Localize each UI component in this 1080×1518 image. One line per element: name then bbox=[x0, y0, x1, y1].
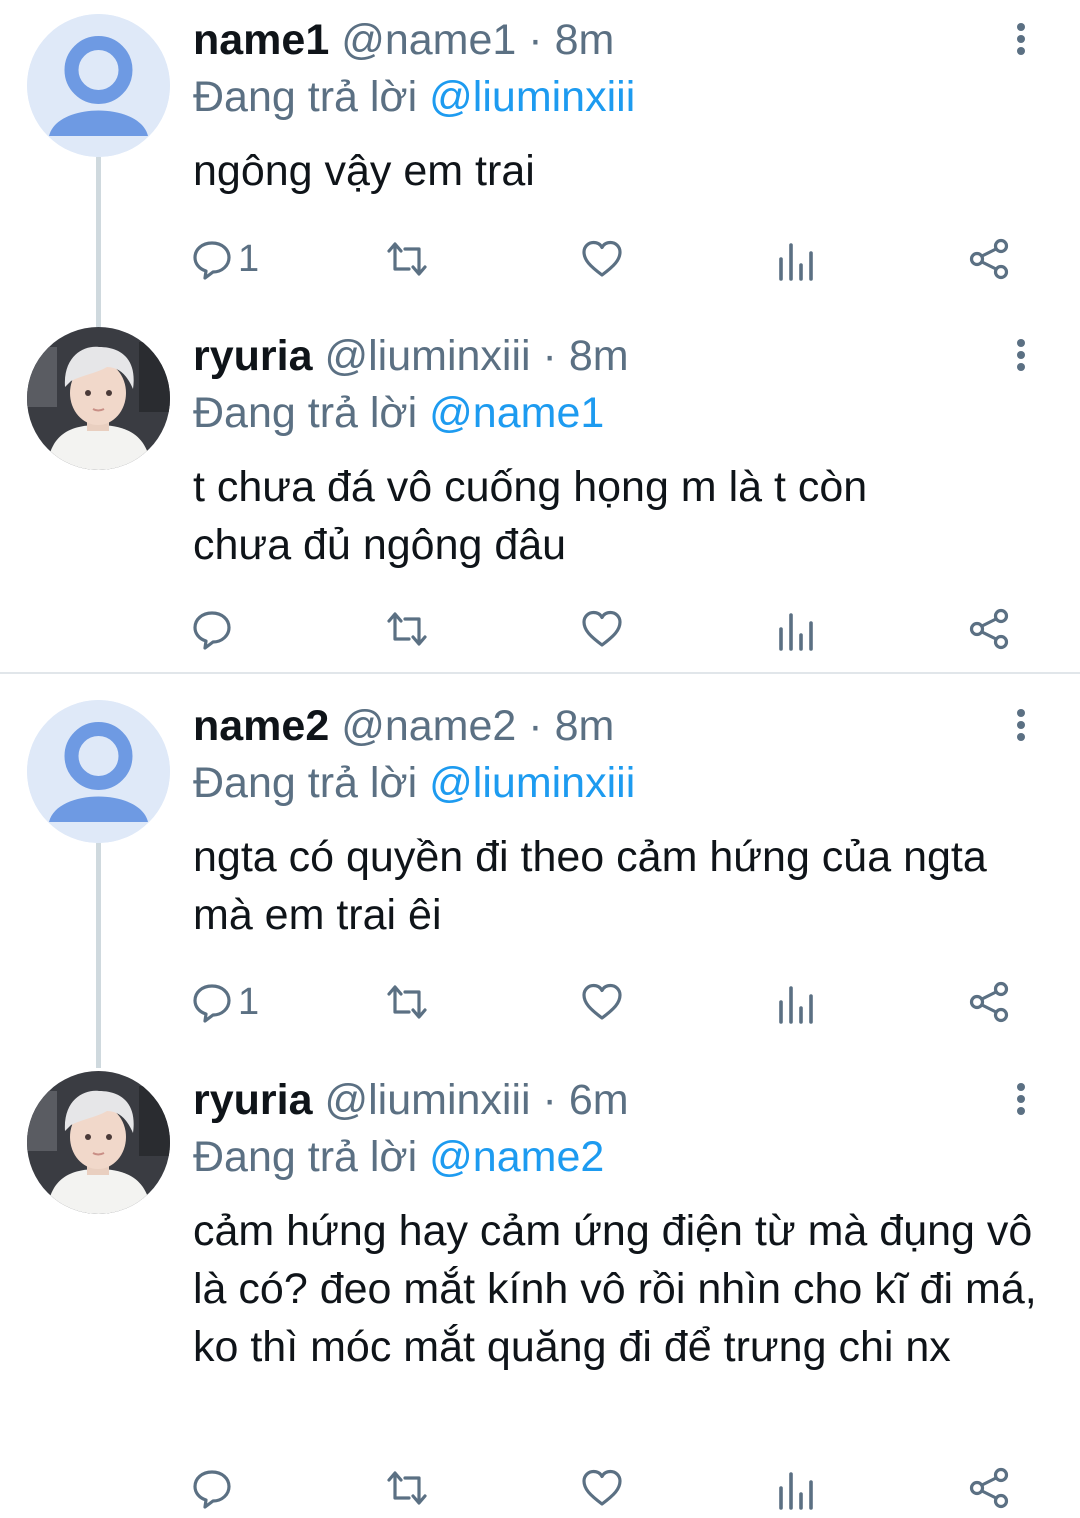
analytics-button[interactable] bbox=[775, 978, 819, 1026]
thread-connector bbox=[96, 843, 101, 1068]
tweet-name1[interactable]: name1 @name1 · 8m Đang trả lời @liuminxi… bbox=[0, 0, 1080, 327]
reply-icon bbox=[193, 984, 231, 1023]
dot-separator: · bbox=[528, 16, 543, 64]
share-icon bbox=[969, 608, 1009, 650]
mention-link[interactable]: @name1 bbox=[429, 389, 604, 437]
more-vertical-icon[interactable] bbox=[1003, 336, 1039, 380]
more-vertical-icon[interactable] bbox=[1003, 1080, 1039, 1124]
like-button[interactable] bbox=[580, 978, 624, 1026]
reply-count: 1 bbox=[238, 238, 260, 280]
reply-button[interactable] bbox=[190, 1464, 238, 1512]
replying-to: Đang trả lời @name2 bbox=[193, 1128, 604, 1186]
display-name[interactable]: name1 bbox=[193, 16, 329, 64]
replying-to-label: Đang trả lời bbox=[193, 73, 418, 121]
handle[interactable]: @liuminxiii bbox=[324, 1076, 530, 1124]
timestamp[interactable]: 8m bbox=[569, 332, 629, 380]
tweet-header: ryuria @liuminxiii · 6m bbox=[193, 1072, 629, 1128]
share-button[interactable] bbox=[968, 1464, 1012, 1512]
reply-icon bbox=[193, 241, 231, 280]
display-name[interactable]: name2 bbox=[193, 702, 329, 750]
replying-to-label: Đang trả lời bbox=[193, 1133, 418, 1181]
thread-1: name1 @name1 · 8m Đang trả lời @liuminxi… bbox=[0, 0, 1080, 672]
retweet-button[interactable] bbox=[385, 235, 429, 283]
analytics-button[interactable] bbox=[775, 605, 819, 653]
avatar-default[interactable] bbox=[27, 700, 170, 843]
share-icon bbox=[969, 981, 1009, 1023]
dot-separator: · bbox=[528, 702, 543, 750]
retweet-icon bbox=[387, 1471, 427, 1505]
action-bar bbox=[190, 1464, 1030, 1512]
like-button[interactable] bbox=[580, 1464, 624, 1512]
handle[interactable]: @name2 bbox=[341, 702, 516, 750]
avatar-photo[interactable] bbox=[27, 1071, 170, 1214]
reply-button[interactable]: 1 bbox=[190, 978, 259, 1026]
retweet-button[interactable] bbox=[385, 605, 429, 653]
analytics-button[interactable] bbox=[775, 235, 819, 283]
analytics-button[interactable] bbox=[775, 1464, 819, 1512]
analytics-icon bbox=[779, 613, 813, 651]
reply-icon bbox=[193, 611, 231, 650]
mention-link[interactable]: @liuminxiii bbox=[429, 73, 635, 121]
tweet-ryuria-reply[interactable]: ryuria @liuminxiii · 8m Đang trả lời @na… bbox=[0, 318, 1080, 672]
heart-icon bbox=[582, 240, 622, 277]
replying-to-label: Đang trả lời bbox=[193, 389, 418, 437]
replying-to-label: Đang trả lời bbox=[193, 759, 418, 807]
heart-icon bbox=[582, 610, 622, 647]
replying-to: Đang trả lời @liuminxiii bbox=[193, 68, 635, 126]
tweet-ryuria-reply[interactable]: ryuria @liuminxiii · 6m Đang trả lời @na… bbox=[0, 1062, 1080, 1518]
replying-to: Đang trả lời @name1 bbox=[193, 384, 604, 442]
like-button[interactable] bbox=[580, 235, 624, 283]
retweet-icon bbox=[387, 242, 427, 276]
avatar-photo[interactable] bbox=[27, 327, 170, 470]
like-button[interactable] bbox=[580, 605, 624, 653]
reply-icon bbox=[193, 1470, 231, 1509]
reply-button[interactable] bbox=[190, 605, 238, 653]
avatar-default[interactable] bbox=[27, 14, 170, 157]
analytics-icon bbox=[779, 243, 813, 281]
tweet-text: ngông vậy em trai bbox=[193, 147, 535, 195]
tweet-header: name2 @name2 · 8m bbox=[193, 698, 614, 754]
action-bar bbox=[190, 605, 1030, 653]
handle[interactable]: @name1 bbox=[341, 16, 516, 64]
tweet-name2[interactable]: name2 @name2 · 8m Đang trả lời @liuminxi… bbox=[0, 686, 1080, 1068]
thread-connector bbox=[96, 157, 101, 327]
retweet-icon bbox=[387, 985, 427, 1019]
thread-2: name2 @name2 · 8m Đang trả lời @liuminxi… bbox=[0, 686, 1080, 1518]
more-vertical-icon[interactable] bbox=[1003, 20, 1039, 64]
tweet-text: ngta có quyền đi theo cảm hứng của ngta … bbox=[193, 833, 987, 939]
handle[interactable]: @liuminxiii bbox=[324, 332, 530, 380]
replying-to: Đang trả lời @liuminxiii bbox=[193, 754, 635, 812]
action-bar: 1 bbox=[190, 235, 1030, 283]
dot-separator: · bbox=[542, 332, 557, 380]
mention-link[interactable]: @liuminxiii bbox=[429, 759, 635, 807]
display-name[interactable]: ryuria bbox=[193, 1076, 313, 1124]
share-button[interactable] bbox=[968, 978, 1012, 1026]
reply-count: 1 bbox=[238, 981, 260, 1023]
tweet-text: cảm hứng hay cảm ứng điện từ mà đụng vô … bbox=[193, 1207, 1037, 1371]
tweet-text: t chưa đá vô cuống họng m là t còn chưa … bbox=[193, 463, 868, 569]
retweet-button[interactable] bbox=[385, 1464, 429, 1512]
analytics-icon bbox=[779, 986, 813, 1024]
thread-divider bbox=[0, 672, 1080, 674]
tweet-header: ryuria @liuminxiii · 8m bbox=[193, 328, 629, 384]
share-button[interactable] bbox=[968, 235, 1012, 283]
timestamp[interactable]: 8m bbox=[555, 16, 615, 64]
analytics-icon bbox=[779, 1472, 813, 1510]
share-icon bbox=[969, 238, 1009, 280]
reply-button[interactable]: 1 bbox=[190, 235, 259, 283]
share-button[interactable] bbox=[968, 605, 1012, 653]
share-icon bbox=[969, 1467, 1009, 1509]
display-name[interactable]: ryuria bbox=[193, 332, 313, 380]
heart-icon bbox=[582, 1469, 622, 1506]
retweet-icon bbox=[387, 612, 427, 646]
more-vertical-icon[interactable] bbox=[1003, 706, 1039, 750]
mention-link[interactable]: @name2 bbox=[429, 1133, 604, 1181]
timestamp[interactable]: 6m bbox=[569, 1076, 629, 1124]
tweet-header: name1 @name1 · 8m bbox=[193, 12, 614, 68]
dot-separator: · bbox=[542, 1076, 557, 1124]
retweet-button[interactable] bbox=[385, 978, 429, 1026]
heart-icon bbox=[582, 983, 622, 1020]
action-bar: 1 bbox=[190, 978, 1030, 1026]
timestamp[interactable]: 8m bbox=[555, 702, 615, 750]
